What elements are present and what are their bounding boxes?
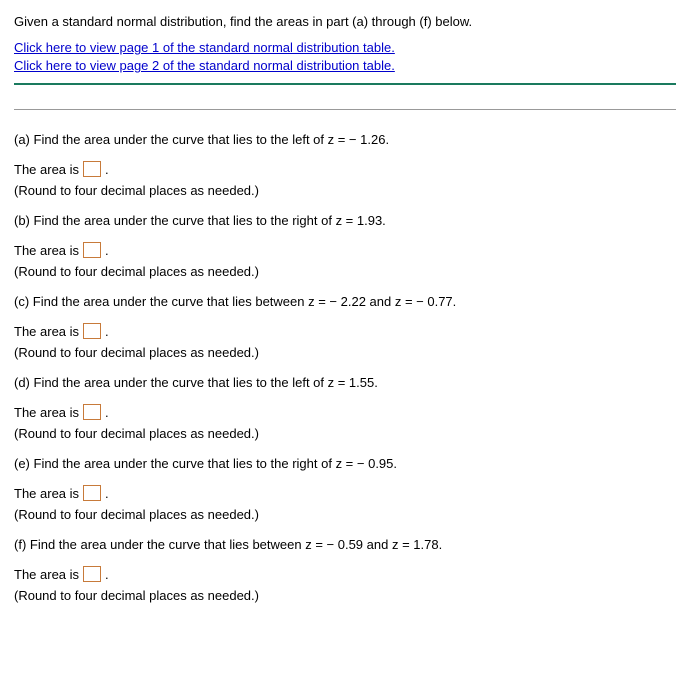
part-d-question: (d) Find the area under the curve that l… (14, 375, 676, 390)
part-c-answer-line: The area is . (14, 323, 676, 339)
part-f-input[interactable] (83, 566, 101, 582)
part-c-suffix: . (105, 324, 109, 339)
part-c: (c) Find the area under the curve that l… (14, 294, 676, 360)
part-c-hint: (Round to four decimal places as needed.… (14, 345, 676, 360)
part-f-hint: (Round to four decimal places as needed.… (14, 588, 676, 603)
intro-text: Given a standard normal distribution, fi… (14, 12, 676, 29)
part-d-prefix: The area is (14, 405, 79, 420)
part-b-question: (b) Find the area under the curve that l… (14, 213, 676, 228)
part-e-answer-line: The area is . (14, 485, 676, 501)
part-a: (a) Find the area under the curve that l… (14, 132, 676, 198)
part-a-prefix: The area is (14, 162, 79, 177)
part-d-suffix: . (105, 405, 109, 420)
part-a-input[interactable] (83, 161, 101, 177)
part-e-hint: (Round to four decimal places as needed.… (14, 507, 676, 522)
part-c-question: (c) Find the area under the curve that l… (14, 294, 676, 309)
part-c-prefix: The area is (14, 324, 79, 339)
part-e-prefix: The area is (14, 486, 79, 501)
part-d-input[interactable] (83, 404, 101, 420)
part-a-question: (a) Find the area under the curve that l… (14, 132, 676, 147)
part-f-question: (f) Find the area under the curve that l… (14, 537, 676, 552)
part-b-hint: (Round to four decimal places as needed.… (14, 264, 676, 279)
header-section: Given a standard normal distribution, fi… (14, 12, 676, 85)
part-e-input[interactable] (83, 485, 101, 501)
part-a-hint: (Round to four decimal places as needed.… (14, 183, 676, 198)
part-b-prefix: The area is (14, 243, 79, 258)
part-b-suffix: . (105, 243, 109, 258)
part-f-answer-line: The area is . (14, 566, 676, 582)
part-e-question: (e) Find the area under the curve that l… (14, 456, 676, 471)
part-f: (f) Find the area under the curve that l… (14, 537, 676, 603)
part-d: (d) Find the area under the curve that l… (14, 375, 676, 441)
divider (14, 109, 676, 110)
part-d-answer-line: The area is . (14, 404, 676, 420)
part-e: (e) Find the area under the curve that l… (14, 456, 676, 522)
part-e-suffix: . (105, 486, 109, 501)
table-link-page1[interactable]: Click here to view page 1 of the standar… (14, 39, 676, 57)
part-f-prefix: The area is (14, 567, 79, 582)
part-a-suffix: . (105, 162, 109, 177)
part-d-hint: (Round to four decimal places as needed.… (14, 426, 676, 441)
part-b-answer-line: The area is . (14, 242, 676, 258)
part-a-answer-line: The area is . (14, 161, 676, 177)
part-b-input[interactable] (83, 242, 101, 258)
part-f-suffix: . (105, 567, 109, 582)
table-link-page2[interactable]: Click here to view page 2 of the standar… (14, 57, 676, 75)
part-c-input[interactable] (83, 323, 101, 339)
part-b: (b) Find the area under the curve that l… (14, 213, 676, 279)
